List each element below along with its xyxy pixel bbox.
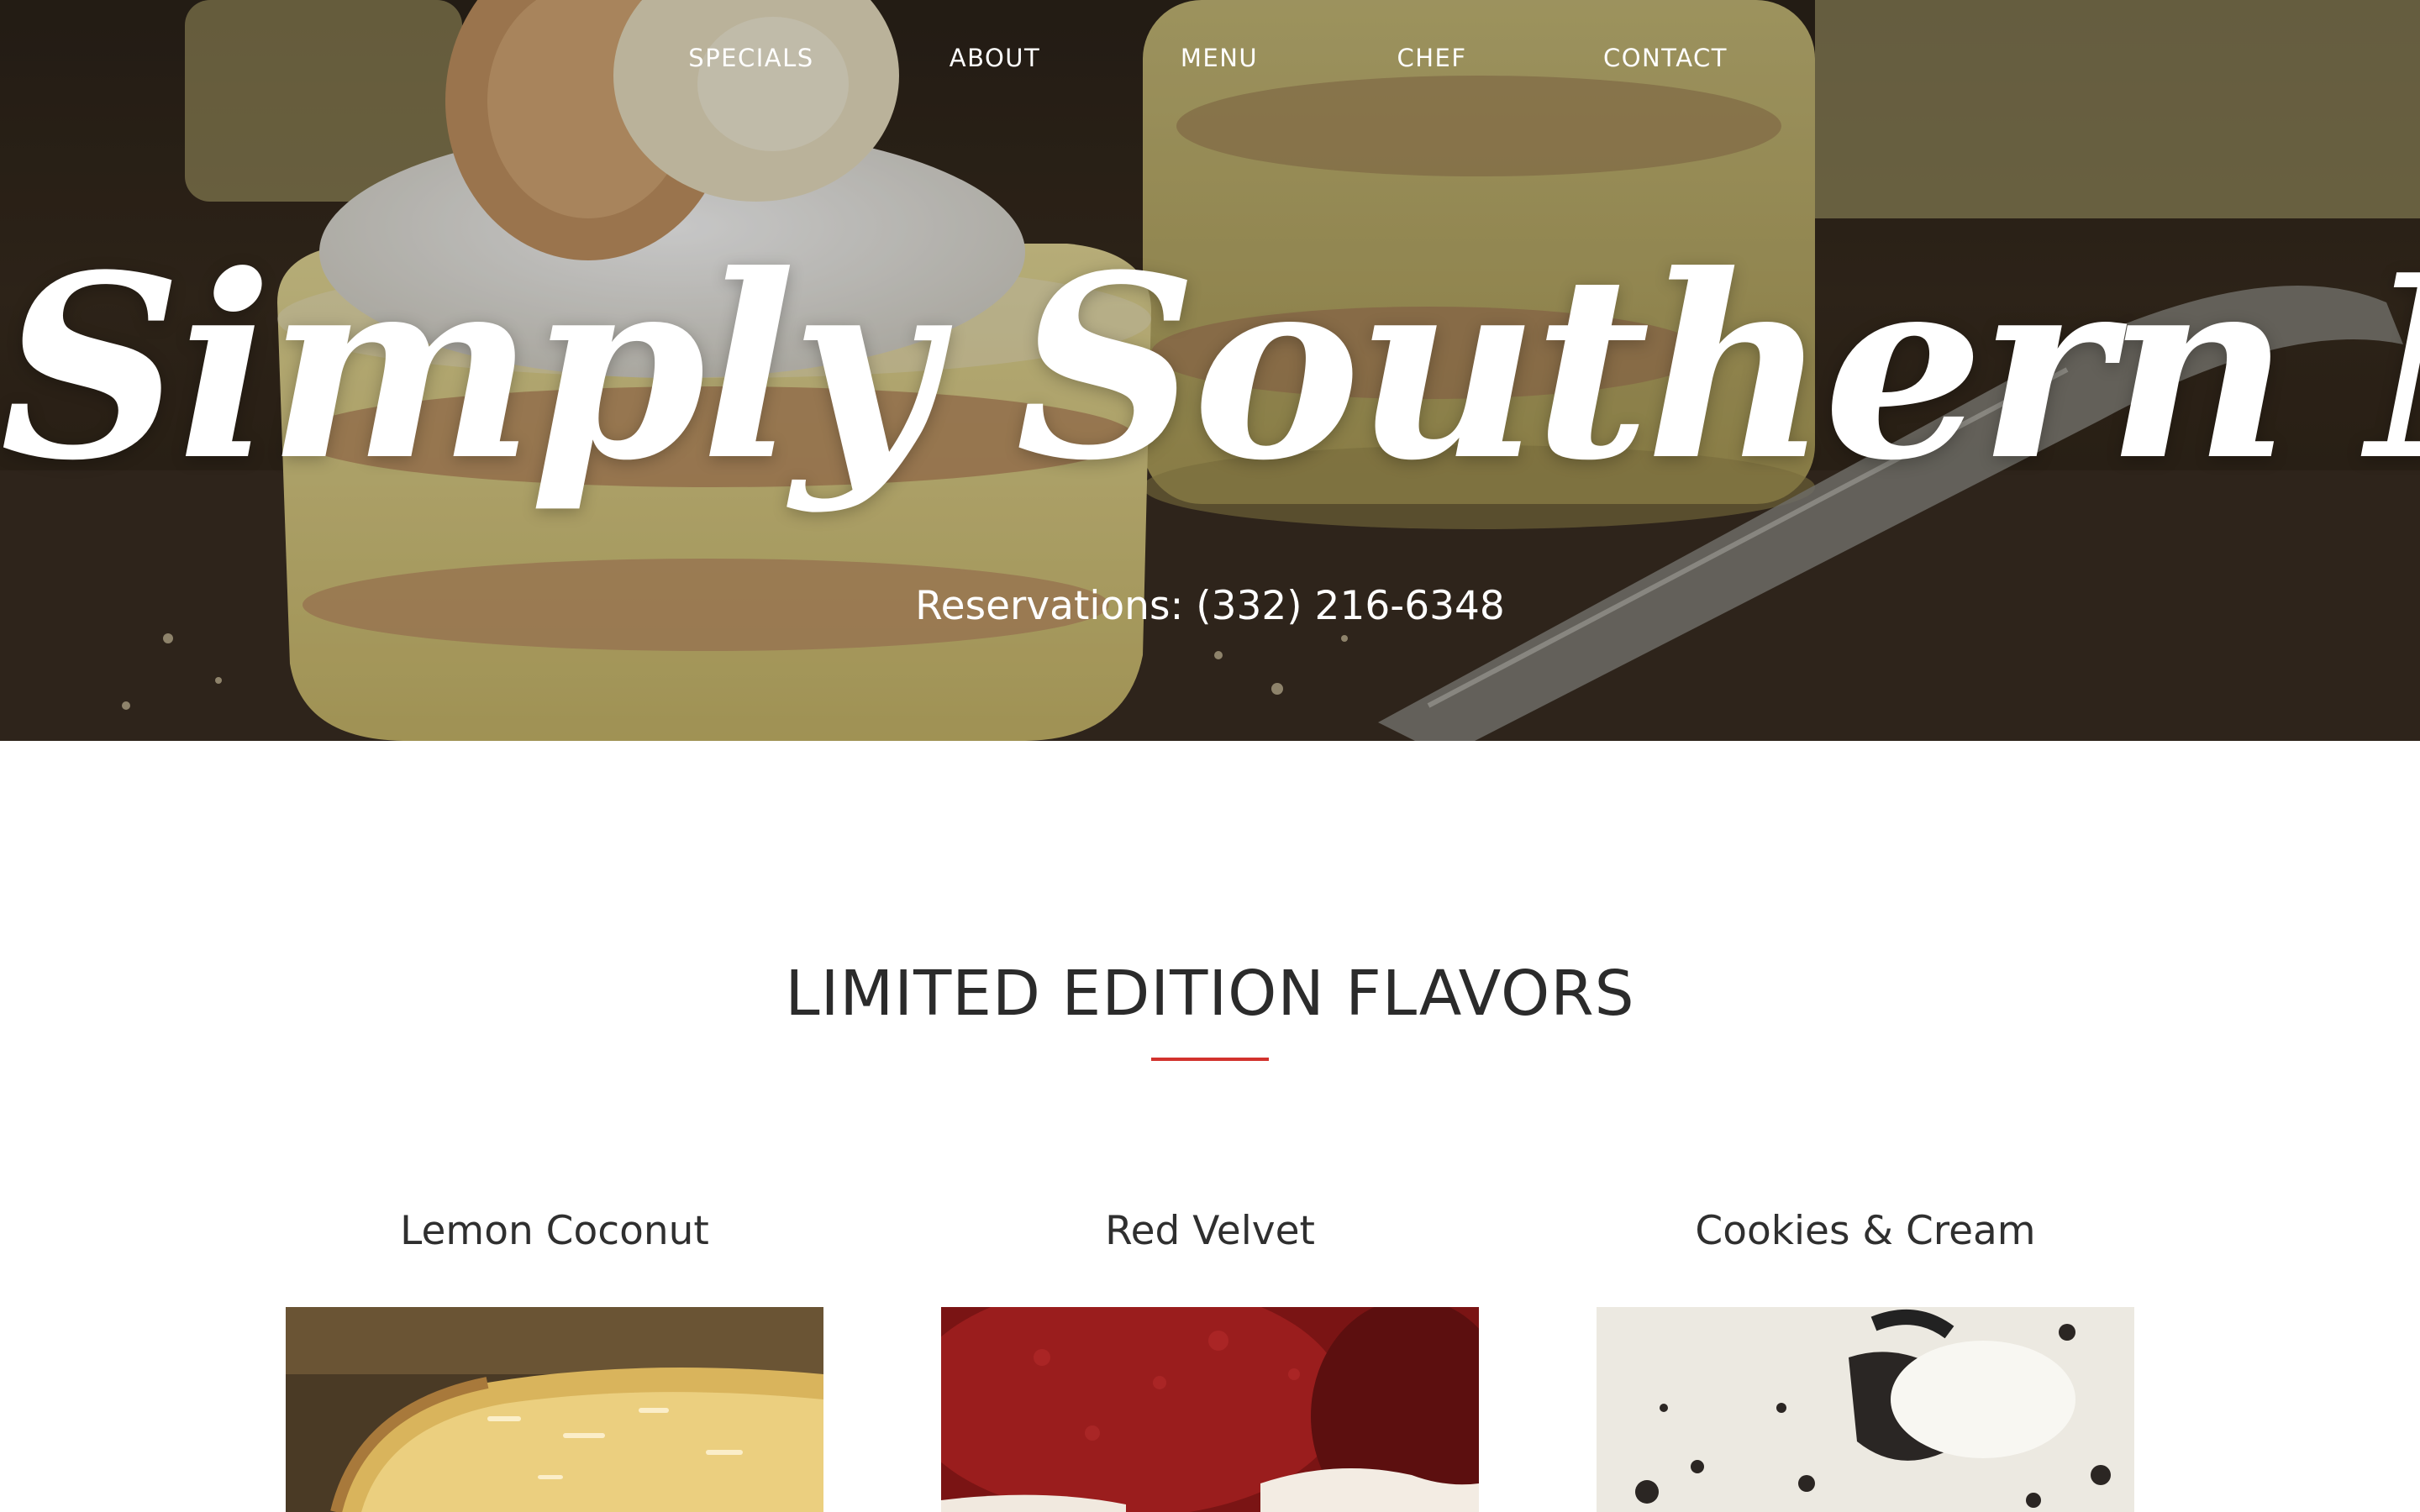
red-velvet-image[interactable] bbox=[941, 1307, 1479, 1512]
nav-item-menu[interactable]: MENU bbox=[1181, 44, 1258, 72]
nav-item-chef[interactable]: CHEF bbox=[1397, 44, 1466, 72]
nav-item-about[interactable]: ABOUT bbox=[950, 44, 1041, 72]
reservations-phone[interactable]: Reservations: (332) 216-6348 bbox=[0, 583, 2420, 629]
cookies-cream-image[interactable] bbox=[1597, 1307, 2134, 1512]
nav-item-specials[interactable]: SPECIALS bbox=[688, 44, 813, 72]
title-divider bbox=[1151, 1058, 1269, 1061]
lemon-coconut-image[interactable] bbox=[286, 1307, 823, 1512]
nav-item-contact[interactable]: CONTACT bbox=[1603, 44, 1728, 72]
brand-logo-title[interactable]: Simply Southern NYC bbox=[0, 229, 2420, 507]
flavor-title-red-velvet: Red Velvet bbox=[1105, 1208, 1315, 1254]
flavor-title-cookies-cream: Cookies & Cream bbox=[1695, 1208, 2036, 1254]
page: SPECIALS ABOUT MENU CHEF CONTACT Simply … bbox=[0, 0, 2420, 1512]
flavor-title-lemon-coconut: Lemon Coconut bbox=[400, 1208, 709, 1254]
section-title: LIMITED EDITION FLAVORS bbox=[785, 958, 1635, 1030]
hero-banner: SPECIALS ABOUT MENU CHEF CONTACT Simply … bbox=[0, 0, 2420, 741]
main-nav: SPECIALS ABOUT MENU CHEF CONTACT bbox=[0, 44, 2420, 81]
